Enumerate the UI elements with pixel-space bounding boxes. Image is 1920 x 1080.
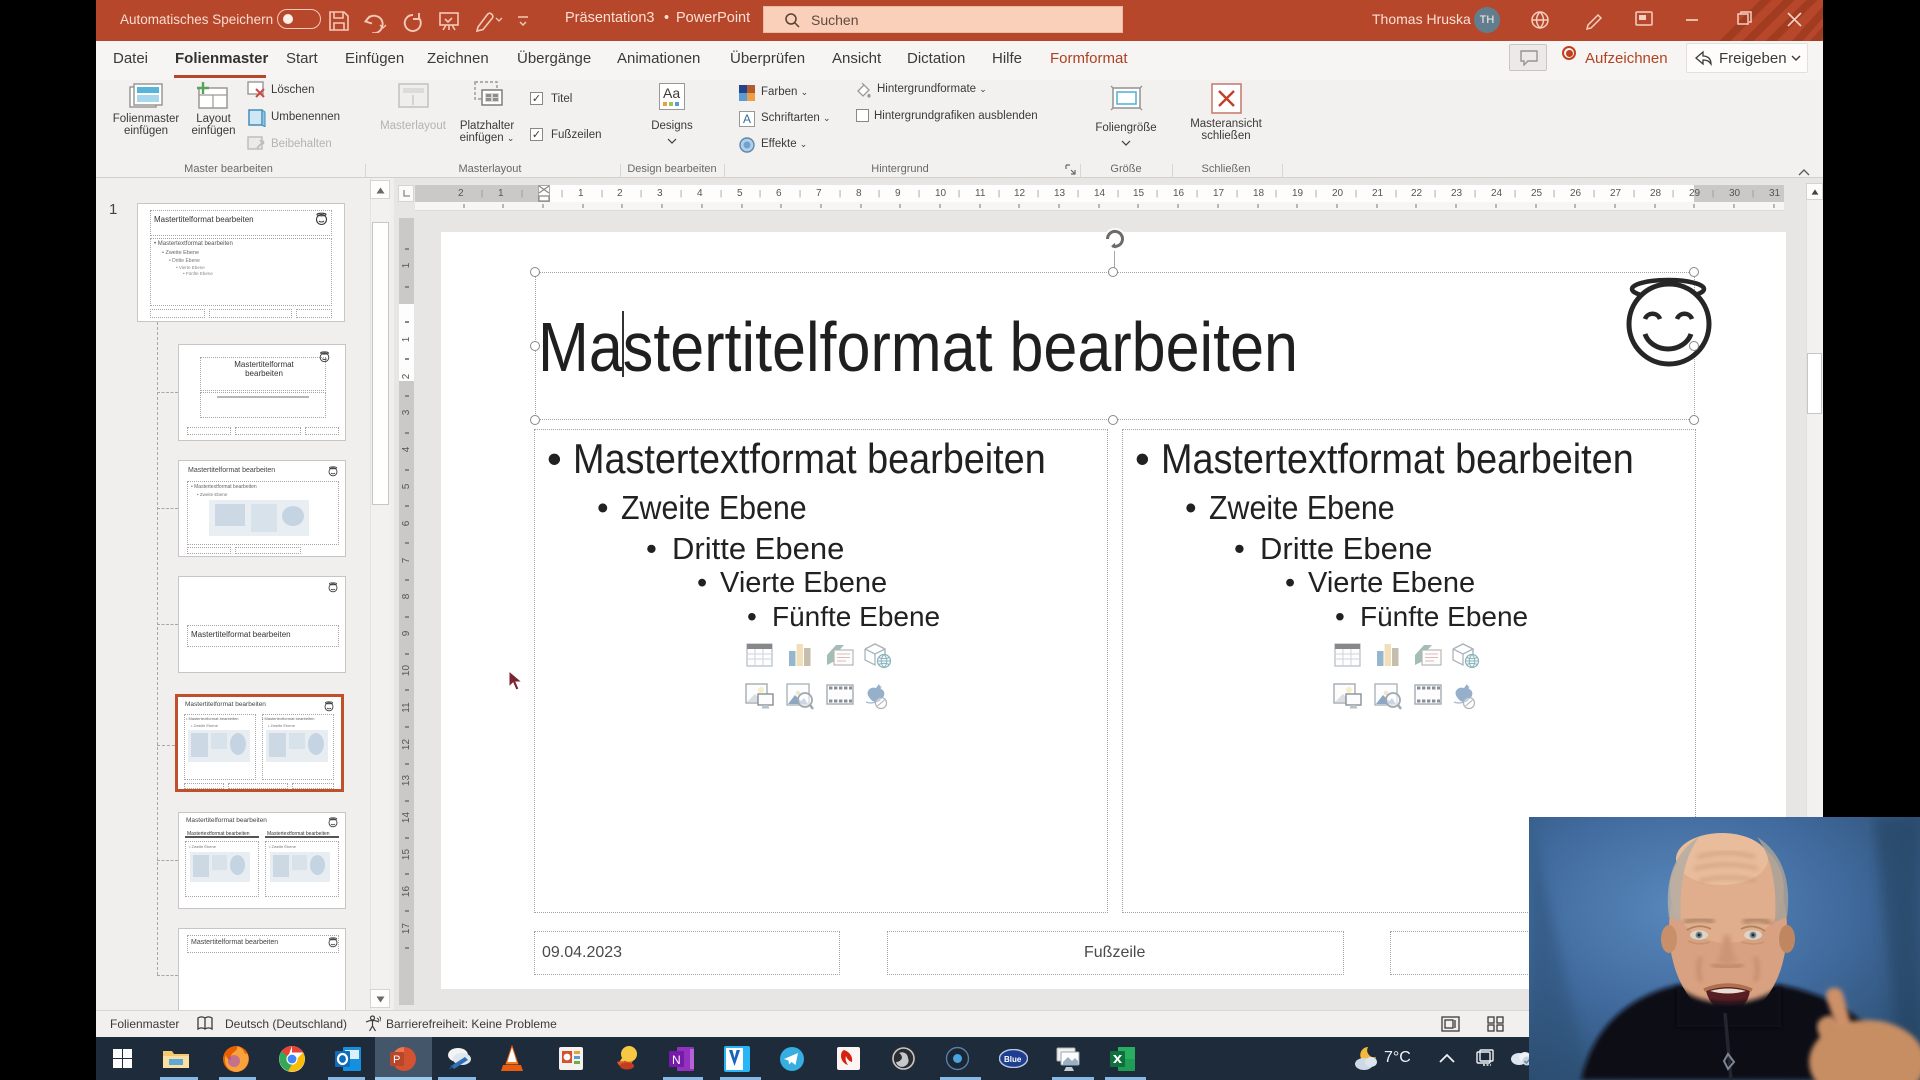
svg-text:Blue: Blue <box>1004 1055 1022 1064</box>
svg-text:P: P <box>393 1054 400 1066</box>
svg-text:N: N <box>672 1053 681 1067</box>
